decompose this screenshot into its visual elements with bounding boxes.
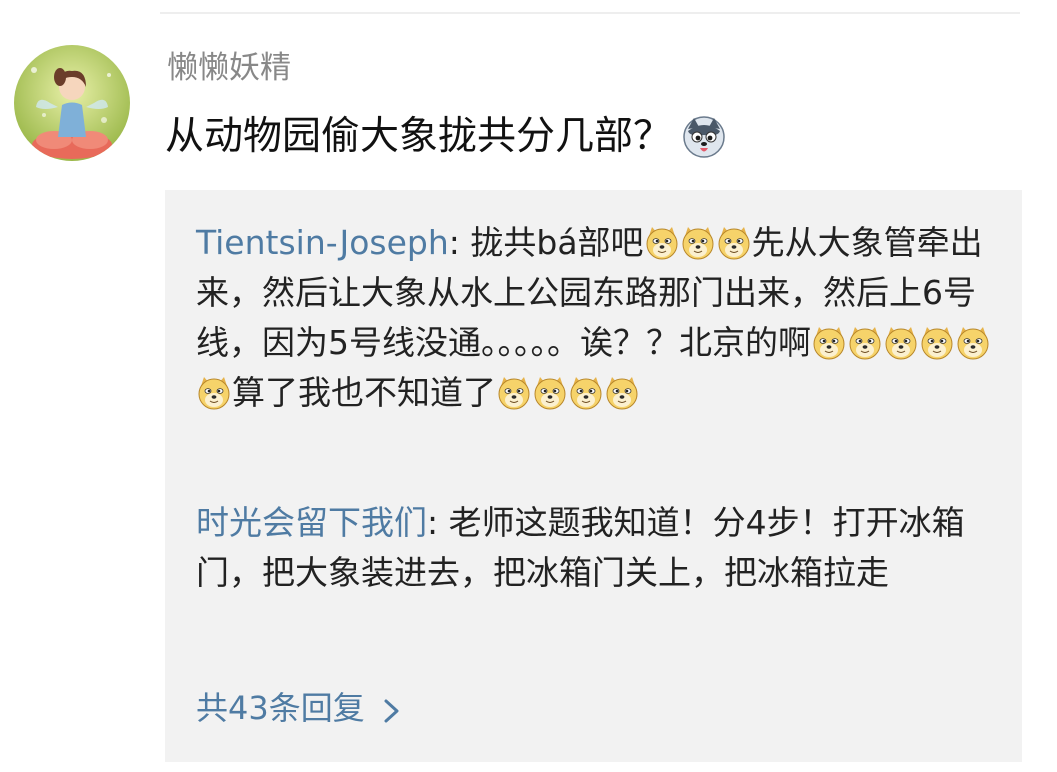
doge-icon [497, 376, 531, 410]
doge-icon [605, 376, 639, 410]
reply-item: Tientsin-Joseph: 拢共bá部吧 先从大象管牵出来，然后让大象从水上… [196, 218, 996, 418]
reply-text: 算了我也不知道了 [232, 373, 496, 412]
reply-item: 时光会留下我们: 老师这题我知道！分4步！打开冰箱门，把大象装进去，把冰箱门关上… [196, 498, 996, 598]
doge-icon [956, 326, 990, 360]
reply-author[interactable]: Tientsin-Joseph [196, 223, 449, 262]
doge-icon [920, 326, 954, 360]
comment-text: 从动物园偷大象拢共分几部？ [165, 114, 673, 159]
reply-separator: : [427, 503, 449, 542]
fairy-on-flower-avatar-icon [14, 45, 130, 161]
comment-body: 从动物园偷大象拢共分几部？ [165, 112, 726, 162]
doge-icon [197, 376, 231, 410]
more-replies-link[interactable]: 共43条回复 [196, 686, 403, 730]
more-replies-label: 共43条回复 [196, 689, 365, 727]
doge-icon [533, 376, 567, 410]
doge-icon [884, 326, 918, 360]
doge-icon [848, 326, 882, 360]
doge-icon [812, 326, 846, 360]
reply-text: 拢共bá部吧 [470, 223, 644, 262]
comment-username[interactable]: 懒懒妖精 [167, 48, 291, 88]
doge-icon [645, 226, 679, 260]
doge-icon [717, 226, 751, 260]
doge-icon [681, 226, 715, 260]
husky-face-icon [682, 115, 726, 159]
chevron-right-icon [381, 693, 403, 723]
top-divider [160, 12, 1020, 14]
reply-author[interactable]: 时光会留下我们 [196, 503, 427, 542]
doge-icon [569, 376, 603, 410]
replies-panel: Tientsin-Joseph: 拢共bá部吧 先从大象管牵出来，然后让大象从水上… [165, 190, 1022, 762]
user-avatar[interactable] [14, 45, 130, 161]
reply-separator: : [448, 223, 471, 262]
